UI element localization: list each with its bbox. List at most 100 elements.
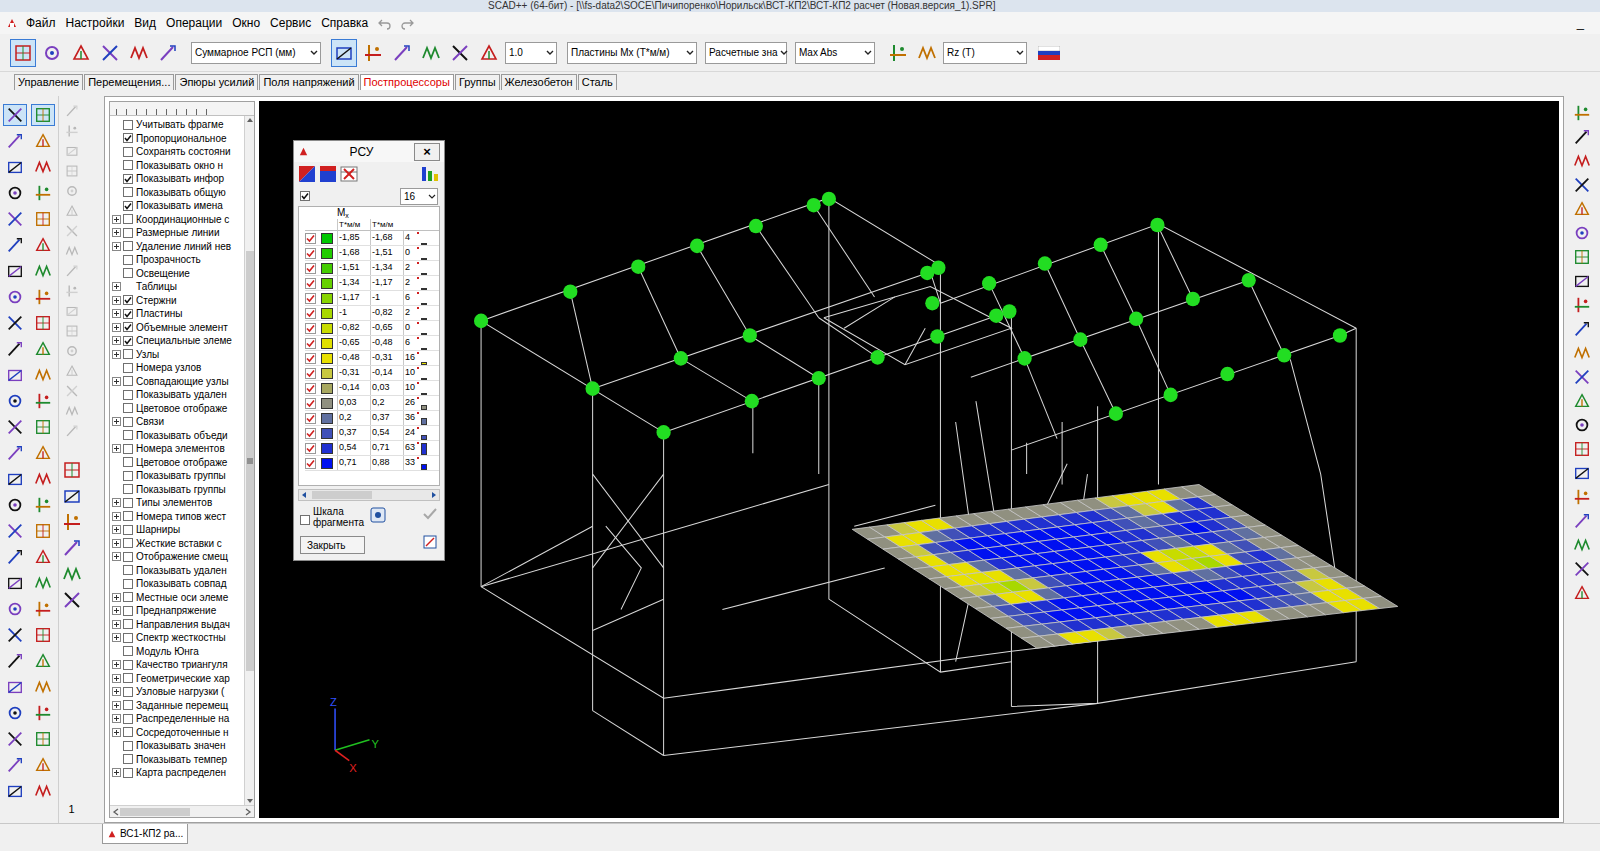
tree-checkbox[interactable]: [123, 376, 133, 386]
palette-button[interactable]: [3, 546, 27, 568]
color-swatch[interactable]: [321, 263, 333, 274]
tree-checkbox[interactable]: [123, 592, 133, 602]
expand-icon[interactable]: [112, 660, 121, 669]
factor-select[interactable]: Пластины Mx (Т*м/м): [567, 42, 697, 64]
tree-checkbox[interactable]: [123, 579, 133, 589]
tree-checkbox[interactable]: [123, 336, 133, 346]
tree-checkbox[interactable]: [123, 201, 133, 211]
palette-button[interactable]: [3, 520, 27, 542]
palette-button[interactable]: [31, 234, 55, 256]
view-tool-icon[interactable]: [1573, 560, 1591, 578]
expand-icon[interactable]: [112, 417, 121, 426]
scale-row[interactable]: 0,20,3736: [305, 411, 439, 426]
tree-checkbox[interactable]: [123, 552, 133, 562]
row-toggle[interactable]: [305, 368, 316, 379]
toolbar-button[interactable]: [126, 39, 152, 67]
row-toggle[interactable]: [305, 443, 316, 454]
view-tool-icon[interactable]: [1573, 464, 1591, 482]
view-tool-icon[interactable]: [1573, 368, 1591, 386]
palette-button[interactable]: [31, 260, 55, 282]
palette-button[interactable]: [3, 650, 27, 672]
tree-item[interactable]: Учитывать фрагме: [110, 118, 244, 132]
color-swatch[interactable]: [321, 323, 333, 334]
toolbar-button[interactable]: [360, 39, 386, 67]
expand-icon[interactable]: [112, 552, 121, 561]
expand-icon[interactable]: [112, 633, 121, 642]
palette-button[interactable]: [31, 468, 55, 490]
tree-item[interactable]: Модуль Юнга: [110, 645, 244, 659]
tree-item[interactable]: Показывать объеди: [110, 429, 244, 443]
scale-row[interactable]: -0,31-0,1410: [305, 366, 439, 381]
tree-item[interactable]: Шарниры: [110, 523, 244, 537]
expand-icon[interactable]: [112, 714, 121, 723]
palette-button[interactable]: [31, 416, 55, 438]
color-swatch[interactable]: [321, 383, 333, 394]
expand-icon[interactable]: [112, 444, 121, 453]
tree-checkbox[interactable]: [123, 349, 133, 359]
tree-checkbox[interactable]: [123, 633, 133, 643]
dropdown-arrow-icon[interactable]: [427, 190, 437, 202]
tree-checkbox[interactable]: [123, 430, 133, 440]
palette-button[interactable]: [31, 104, 55, 126]
tree-item[interactable]: Качество триангуля: [110, 658, 244, 672]
expand-icon[interactable]: [112, 606, 121, 615]
rsu-hscrollbar[interactable]: [298, 489, 440, 501]
tree-checkbox[interactable]: [123, 606, 133, 616]
color-swatch[interactable]: [321, 413, 333, 424]
palette-button[interactable]: [31, 520, 55, 542]
tree-checkbox[interactable]: [123, 457, 133, 467]
scale-row[interactable]: 0,710,8833: [305, 456, 439, 471]
scroll-down-icon[interactable]: [246, 797, 254, 805]
tree-item[interactable]: Местные оси элеме: [110, 591, 244, 605]
palette-button[interactable]: [3, 390, 27, 412]
color-swatch[interactable]: [321, 338, 333, 349]
palette-button[interactable]: [31, 702, 55, 724]
dropdown-arrow-icon[interactable]: [1014, 43, 1026, 63]
color-swatch[interactable]: [321, 248, 333, 259]
dropdown-arrow-icon[interactable]: [544, 43, 556, 63]
tree-checkbox[interactable]: [123, 484, 133, 494]
rsu-window[interactable]: РСУ×16MxТ*м/мТ*м/м-1,85-1,684-1,68-1,510…: [293, 140, 445, 561]
undo-icon[interactable]: [378, 16, 392, 30]
row-toggle[interactable]: [305, 458, 316, 469]
tab[interactable]: Сталь: [578, 74, 617, 90]
filter-icon[interactable]: [62, 512, 82, 532]
palette-button[interactable]: [31, 494, 55, 516]
expand-icon[interactable]: [112, 323, 121, 332]
palette-button[interactable]: [3, 208, 27, 230]
tree-item[interactable]: Стержни: [110, 294, 244, 308]
filter-icon[interactable]: [62, 486, 82, 506]
menu-item[interactable]: Окно: [228, 14, 264, 32]
tree-checkbox[interactable]: [123, 525, 133, 535]
tree-item[interactable]: Геометрические хар: [110, 672, 244, 686]
palette-button[interactable]: [3, 182, 27, 204]
dropdown-arrow-icon[interactable]: [862, 43, 874, 63]
tree-hscrollbar[interactable]: [110, 805, 254, 817]
tree-item[interactable]: Узлы: [110, 348, 244, 362]
tree-checkbox[interactable]: [123, 309, 133, 319]
tree-item[interactable]: Типы элементов: [110, 496, 244, 510]
menu-item[interactable]: Операции: [162, 14, 226, 32]
palette-button[interactable]: [31, 442, 55, 464]
palette-button[interactable]: [3, 104, 27, 126]
tree-item[interactable]: Специальные элеме: [110, 334, 244, 348]
tree-checkbox[interactable]: [123, 619, 133, 629]
view-tool-icon[interactable]: [1573, 128, 1591, 146]
row-toggle[interactable]: [305, 398, 316, 409]
close-button[interactable]: ×: [414, 143, 440, 161]
expand-icon[interactable]: [112, 336, 121, 345]
tree-checkbox[interactable]: [123, 255, 133, 265]
scale-row[interactable]: -1,68-1,510: [305, 246, 439, 261]
tree-item[interactable]: Показывать общую: [110, 186, 244, 200]
tree-item[interactable]: Номера типов жест: [110, 510, 244, 524]
tree-scrollbar[interactable]: [244, 116, 254, 805]
tree-checkbox[interactable]: [123, 511, 133, 521]
tree-item[interactable]: Заданные перемещ: [110, 699, 244, 713]
expand-icon[interactable]: [112, 539, 121, 548]
toolbar-button[interactable]: [476, 39, 502, 67]
row-toggle[interactable]: [305, 338, 316, 349]
expand-icon[interactable]: [112, 728, 121, 737]
fragment-scale-checkbox[interactable]: [300, 515, 310, 525]
toolbar-button[interactable]: [97, 39, 123, 67]
color-swatch[interactable]: [321, 278, 333, 289]
